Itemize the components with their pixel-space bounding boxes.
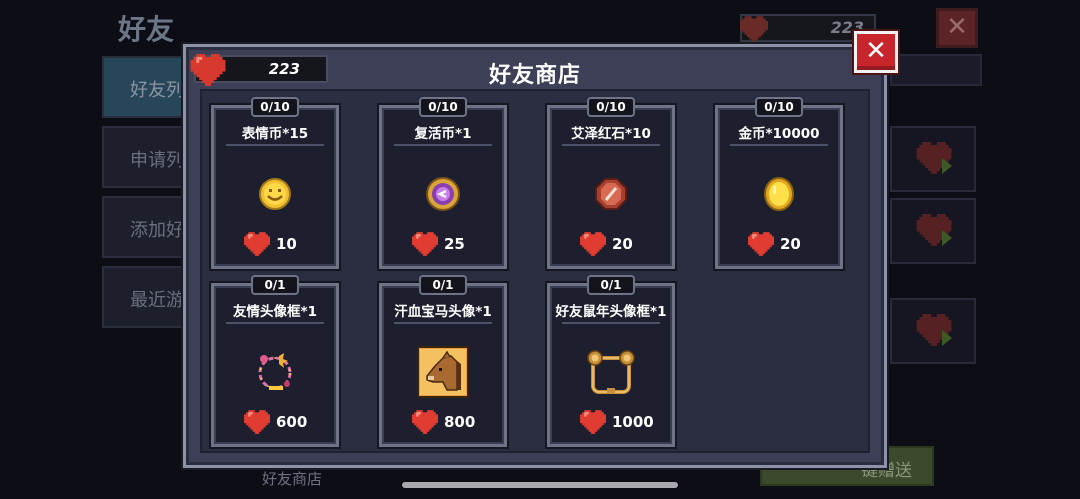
horse-avatar-icon: [417, 346, 469, 398]
price-value: 1000: [612, 413, 654, 431]
price-value: 800: [444, 413, 476, 431]
purchase-limit-badge: 0/1: [587, 275, 635, 295]
bg-close-button: ✕: [936, 8, 978, 48]
sidebar-item-recent[interactable]: 最近游戏: [102, 266, 192, 328]
bg-bottom-label: 好友商店: [262, 470, 323, 488]
purchase-limit-badge: 0/10: [419, 97, 467, 117]
item-price: 10: [244, 232, 297, 256]
price-value: 20: [780, 235, 801, 253]
sidebar-item-add-friend[interactable]: 添加好友: [102, 196, 192, 258]
divider: [562, 322, 660, 324]
price-value: 10: [276, 235, 297, 253]
purchase-limit-badge: 0/10: [755, 97, 803, 117]
bg-strip: [890, 54, 982, 86]
divider: [562, 144, 660, 146]
arrow-icon: [942, 330, 952, 346]
shop-item-card[interactable]: 0/10 艾泽红石*10 20: [547, 97, 675, 269]
heart-icon: [748, 232, 774, 256]
item-name: 表情币*15: [241, 126, 309, 142]
bg-gift-row: [890, 126, 976, 192]
price-value: 25: [444, 235, 465, 253]
close-button[interactable]: ✕: [854, 31, 898, 73]
divider: [394, 322, 492, 324]
divider: [394, 144, 492, 146]
price-value: 600: [276, 413, 308, 431]
shop-item-card[interactable]: 0/10 复活币*1 25: [379, 97, 507, 269]
shop-item-card[interactable]: 0/1 汗血宝马头像*1 800: [379, 275, 507, 447]
bg-gift-row: [890, 198, 976, 264]
bg-gift-row: [890, 298, 976, 364]
purchase-limit-badge: 0/10: [587, 97, 635, 117]
revive-coin-icon: [426, 177, 460, 211]
item-name: 好友鼠年头像框*1: [555, 304, 667, 320]
divider: [226, 144, 324, 146]
shop-item-card[interactable]: 0/10 表情币*15 10: [211, 97, 339, 269]
item-name: 汗血宝马头像*1: [394, 304, 492, 320]
item-name: 金币*10000: [738, 126, 820, 142]
shop-item-card[interactable]: 0/1 好友鼠年头像框*1 1000: [547, 275, 675, 447]
item-price: 20: [580, 232, 633, 256]
smiley-coin-icon: [259, 178, 291, 210]
item-price: 800: [412, 410, 475, 434]
home-indicator[interactable]: [402, 482, 678, 488]
heart-icon: [580, 232, 606, 256]
sidebar-item-requests[interactable]: 申请列表: [102, 126, 192, 188]
friendship-frame-icon: [258, 353, 292, 390]
rat-year-frame-icon: [587, 350, 635, 394]
divider: [730, 144, 828, 146]
shop-item-card[interactable]: 0/10 金币*10000 20: [715, 97, 843, 269]
heart-icon: [412, 410, 438, 434]
purchase-limit-badge: 0/10: [251, 97, 299, 117]
item-name: 复活币*1: [414, 126, 472, 142]
arrow-icon: [942, 230, 952, 246]
heart-icon: [244, 410, 270, 434]
friends-title: 好友: [118, 13, 175, 46]
price-value: 20: [612, 235, 633, 253]
item-price: 20: [748, 232, 801, 256]
shop-title: 好友商店: [488, 63, 581, 88]
item-price: 25: [412, 232, 465, 256]
heart-icon: [412, 232, 438, 256]
divider: [226, 322, 324, 324]
heart-icon: [740, 16, 768, 42]
friend-shop-panel: 223 好友商店 0/10 表情币*15 10 0/10 复活币*1 25 0/…: [183, 44, 887, 468]
item-price: 600: [244, 410, 307, 434]
item-name: 友情头像框*1: [233, 304, 317, 320]
item-price: 1000: [580, 410, 654, 434]
shop-item-card[interactable]: 0/1 友情头像框*1 600: [211, 275, 339, 447]
gold-coin-icon: [764, 177, 794, 211]
purchase-limit-badge: 0/1: [251, 275, 299, 295]
purchase-limit-badge: 0/1: [419, 275, 467, 295]
sidebar-item-friend-list[interactable]: 好友列表: [102, 56, 192, 118]
red-stone-icon: [595, 178, 627, 210]
arrow-icon: [942, 158, 952, 174]
heart-icon: [580, 410, 606, 434]
heart-icon: [244, 232, 270, 256]
item-name: 艾泽红石*10: [571, 126, 651, 142]
